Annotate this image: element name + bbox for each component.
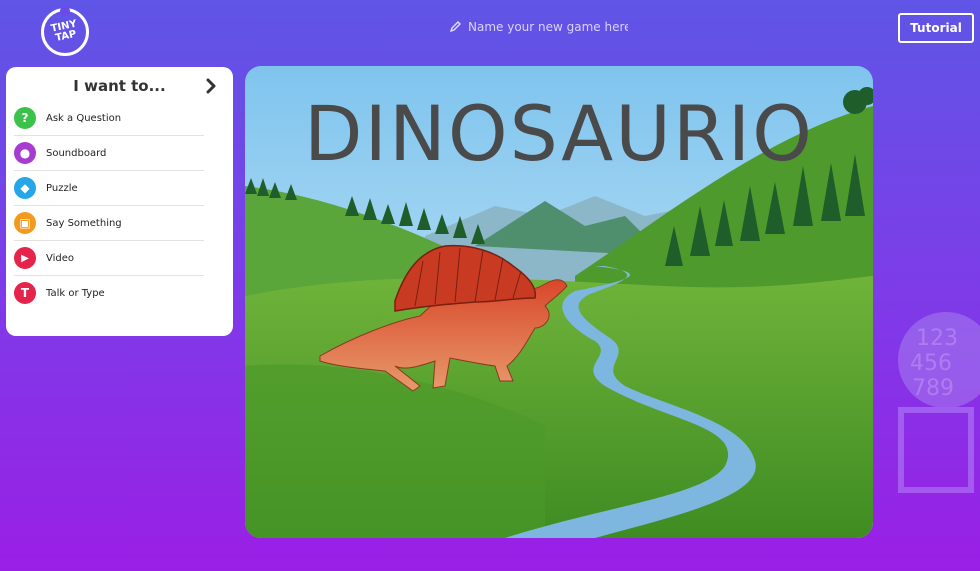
panel-header: I want to... <box>6 73 233 99</box>
svg-text:123: 123 <box>916 326 958 351</box>
puzzle-icon: ◆ <box>14 177 36 199</box>
menu-item-talk-or-type[interactable]: T Talk or Type <box>14 276 204 310</box>
menu-item-label: Ask a Question <box>46 112 122 124</box>
pencil-icon <box>449 20 462 35</box>
game-name-input[interactable] <box>468 20 628 34</box>
chevron-right-icon[interactable] <box>201 76 221 96</box>
tutorial-button[interactable]: Tutorial <box>898 13 974 43</box>
game-name-field[interactable] <box>449 17 630 37</box>
menu-item-label: Puzzle <box>46 182 78 194</box>
stage-title: DINOSAURIO <box>304 89 814 178</box>
logo-text: TINY TAP <box>49 18 78 44</box>
menu-item-label: Video <box>46 252 75 264</box>
play-icon: ▶ <box>14 247 36 269</box>
logo-dot <box>60 6 70 16</box>
talk-type-icon: T <box>14 282 36 304</box>
game-canvas[interactable]: DINOSAURIO <box>245 66 873 538</box>
i-want-to-panel: I want to... ? Ask a Question ● Soundboa… <box>6 67 233 336</box>
svg-text:789: 789 <box>912 376 954 401</box>
menu-item-ask-question[interactable]: ? Ask a Question <box>14 101 204 136</box>
menu-item-label: Say Something <box>46 217 122 229</box>
soundboard-icon: ● <box>14 142 36 164</box>
menu-item-puzzle[interactable]: ◆ Puzzle <box>14 171 204 206</box>
menu-item-soundboard[interactable]: ● Soundboard <box>14 136 204 171</box>
book-icon: ▣ <box>14 212 36 234</box>
tinytap-logo[interactable]: TINY TAP <box>41 6 89 56</box>
menu-item-label: Talk or Type <box>46 287 105 299</box>
action-menu: ? Ask a Question ● Soundboard ◆ Puzzle ▣… <box>14 101 204 310</box>
decorative-numbers-icon: 123 456 789 <box>896 310 980 500</box>
menu-item-label: Soundboard <box>46 147 107 159</box>
question-icon: ? <box>14 107 36 129</box>
menu-item-say-something[interactable]: ▣ Say Something <box>14 206 204 241</box>
panel-title: I want to... <box>73 77 166 95</box>
menu-item-video[interactable]: ▶ Video <box>14 241 204 276</box>
svg-text:456: 456 <box>910 351 952 376</box>
